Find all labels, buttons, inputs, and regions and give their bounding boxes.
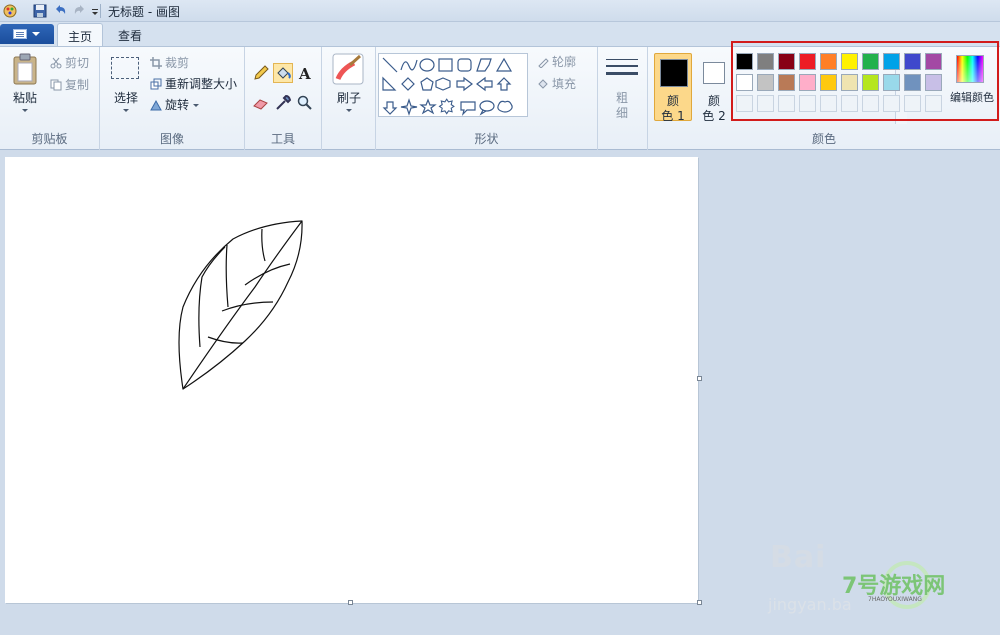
resize-icon bbox=[150, 78, 162, 90]
pencil-icon bbox=[254, 65, 269, 80]
pencil-tool[interactable] bbox=[251, 63, 271, 83]
rotate-label: 旋转 bbox=[165, 98, 190, 112]
tools-group: A 工具 bbox=[245, 47, 322, 150]
shapes-group-label: 形状 bbox=[474, 132, 499, 146]
clipboard-group: 粘贴 剪切 复制 剪贴板 bbox=[0, 47, 100, 150]
resize-label: 重新调整大小 bbox=[165, 77, 238, 91]
resize-button[interactable]: 重新调整大小 bbox=[150, 75, 237, 92]
cut-button[interactable]: 剪切 bbox=[50, 54, 89, 71]
text-icon: A bbox=[298, 65, 311, 83]
outline-button[interactable]: 轮廓 bbox=[537, 53, 576, 70]
eyedropper-icon bbox=[276, 94, 292, 110]
brushes-group: 刷子 bbox=[322, 47, 376, 150]
window-title: 无标题 - 画图 bbox=[108, 5, 180, 19]
brushes-dropdown-icon[interactable] bbox=[346, 109, 352, 112]
paste-button[interactable]: 粘贴 bbox=[10, 89, 40, 106]
crop-label: 裁剪 bbox=[165, 56, 190, 70]
colors-group-label: 颜色 bbox=[811, 132, 836, 146]
palette-highlight bbox=[731, 41, 999, 121]
crop-button[interactable]: 裁剪 bbox=[150, 54, 189, 71]
cut-label: 剪切 bbox=[65, 56, 90, 70]
line-size-icon bbox=[606, 59, 638, 75]
undo-icon[interactable] bbox=[52, 3, 68, 19]
image-group-label: 图像 bbox=[159, 132, 184, 146]
rotate-icon bbox=[150, 99, 162, 111]
save-icon[interactable] bbox=[32, 3, 48, 19]
outline-icon bbox=[538, 58, 549, 68]
image-group: 选择 裁剪 重新调整大小 旋转 图像 bbox=[100, 47, 245, 150]
size-group: 粗 细 bbox=[598, 47, 648, 150]
paint-app-icon[interactable] bbox=[2, 3, 18, 19]
color-1-label-bottom: 色 1 bbox=[661, 109, 685, 123]
copy-icon bbox=[50, 79, 62, 91]
shapes-grid-icon[interactable] bbox=[381, 56, 515, 116]
tab-home[interactable]: 主页 bbox=[57, 23, 104, 47]
rotate-button[interactable]: 旋转 bbox=[150, 96, 200, 113]
watermark-badge-subtext: 7HAOYOUXIWANG bbox=[868, 596, 922, 603]
rotate-dropdown-icon[interactable] bbox=[193, 104, 200, 107]
site-watermark-badge: 7号游戏网 7HAOYOUXIWANG bbox=[842, 560, 962, 610]
paste-dropdown-icon[interactable] bbox=[22, 109, 28, 112]
fill-label: 填充 bbox=[552, 77, 577, 91]
fill-icon bbox=[538, 79, 548, 89]
drawing-canvas[interactable] bbox=[5, 157, 698, 603]
redo-icon[interactable] bbox=[72, 3, 88, 19]
select-icon bbox=[111, 57, 139, 79]
paint-menu-button[interactable] bbox=[0, 24, 54, 44]
copy-button[interactable]: 复制 bbox=[50, 76, 89, 93]
crop-icon bbox=[150, 57, 162, 69]
shapes-gallery bbox=[378, 53, 907, 124]
leaf-drawing bbox=[178, 220, 303, 390]
outline-label: 轮廓 bbox=[552, 55, 577, 69]
eraser-tool[interactable] bbox=[251, 93, 271, 113]
brush-icon bbox=[332, 53, 364, 85]
resize-handle-corner[interactable] bbox=[697, 600, 702, 605]
tools-group-label: 工具 bbox=[270, 132, 295, 146]
paint-bucket-icon bbox=[277, 67, 291, 79]
magnifier-tool[interactable] bbox=[295, 93, 315, 113]
customize-quick-access-icon[interactable] bbox=[90, 3, 100, 19]
clipboard-group-label: 剪贴板 bbox=[31, 132, 68, 146]
menu-icon bbox=[13, 29, 27, 39]
resize-handle-right[interactable] bbox=[697, 376, 702, 381]
size-label-thin[interactable]: 细 bbox=[614, 104, 630, 121]
fill-tool[interactable] bbox=[273, 63, 293, 83]
magnifier-icon bbox=[297, 95, 312, 110]
chevron-down-icon bbox=[32, 32, 40, 36]
paste-icon bbox=[13, 53, 37, 85]
color-1-button[interactable]: 颜 色 1 bbox=[654, 53, 692, 123]
baidu-watermark: Bai bbox=[770, 540, 827, 575]
eraser-icon bbox=[253, 99, 268, 110]
select-button[interactable]: 选择 bbox=[108, 89, 144, 106]
color-2-label-bottom: 色 2 bbox=[702, 109, 726, 123]
color-2-swatch bbox=[703, 62, 725, 84]
scissors-icon bbox=[50, 57, 62, 69]
resize-handle-bottom[interactable] bbox=[348, 600, 353, 605]
text-tool[interactable]: A bbox=[295, 63, 315, 83]
brushes-button[interactable]: 刷子 bbox=[328, 89, 370, 106]
select-dropdown-icon[interactable] bbox=[123, 109, 129, 112]
color-1-swatch bbox=[660, 59, 688, 87]
copy-label: 复制 bbox=[65, 78, 90, 92]
color-picker-tool[interactable] bbox=[273, 93, 293, 113]
title-separator bbox=[100, 4, 101, 18]
svg-text:A: A bbox=[298, 65, 311, 82]
jingyan-watermark: jingyan.ba bbox=[768, 595, 852, 614]
tab-view[interactable]: 查看 bbox=[108, 23, 152, 47]
title-bar: 无标题 - 画图 bbox=[0, 0, 1000, 22]
color-2-button[interactable]: 颜 色 2 bbox=[694, 53, 732, 123]
fill-button[interactable]: 填充 bbox=[537, 75, 576, 92]
